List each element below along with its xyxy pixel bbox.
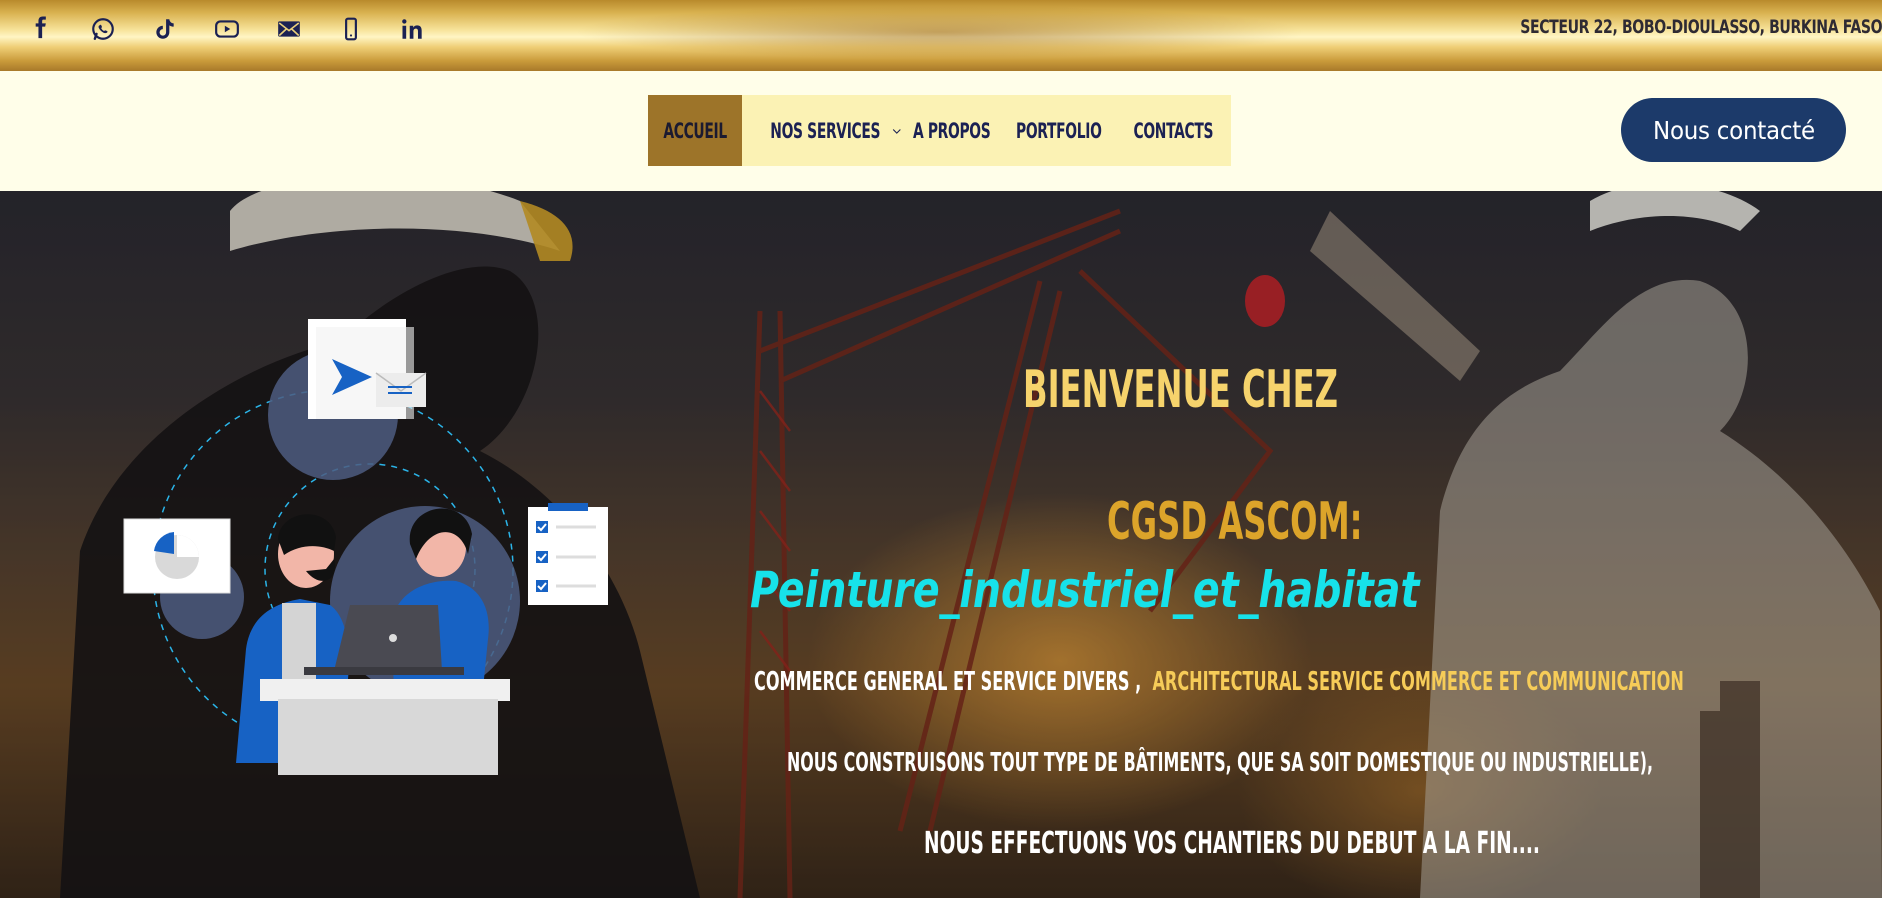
nav-item-nos-services[interactable]: NOS SERVICES [742,95,902,166]
whatsapp-icon [92,18,114,40]
hero-section: BIENVENUE CHEZ CGSD ASCOM: Peinture_indu… [0,191,1882,898]
tagline-gold: ARCHITECTURAL SERVICE COMMERCE ET COMMUN… [1152,667,1684,697]
facebook-link[interactable] [10,12,72,46]
hero-welcome: BIENVENUE CHEZ [1023,360,1339,420]
hero-tagline: COMMERCE GENERAL ET SERVICE DIVERS , ARC… [754,665,1684,699]
contact-us-label: Nous contacté [1652,115,1815,145]
nav-item-accueil[interactable]: ACCUEIL [648,95,742,166]
mail-link[interactable] [258,12,320,46]
nav-label: ACCUEIL [663,118,727,143]
contact-us-button[interactable]: Nous contacté [1621,98,1846,162]
main-nav: ACCUEIL NOS SERVICES A PROPOS PORTFOLIO … [648,95,1231,166]
whatsapp-link[interactable] [72,12,134,46]
linkedin-icon [402,19,422,39]
nav-label: PORTFOLIO [1016,118,1102,143]
facebook-icon [35,16,46,39]
hero-company-name: CGSD ASCOM: [1107,492,1363,552]
chevron-down-icon [893,128,902,134]
youtube-icon [215,20,239,38]
youtube-link[interactable] [196,12,258,46]
phone-icon [345,17,357,41]
tiktok-link[interactable] [134,12,196,46]
nav-item-contacts[interactable]: CONTACTS [1116,95,1231,166]
hero-closing: NOUS EFFECTUONS VOS CHANTIERS DU DEBUT A… [924,826,1540,861]
header: ACCUEIL NOS SERVICES A PROPOS PORTFOLIO … [0,71,1882,191]
hero-description: NOUS CONSTRUISONS TOUT TYPE DE BÂTIMENTS… [787,748,1653,778]
nav-label: A PROPOS [913,118,991,143]
top-bar: SECTEUR 22, BOBO-DIOULASSO, BURKINA FASO [0,0,1882,71]
nav-label: CONTACTS [1133,118,1214,143]
linkedin-link[interactable] [382,12,444,46]
mail-icon [278,21,300,37]
team-illustration [123,319,608,775]
tiktok-icon [156,19,174,39]
nav-item-a-propos[interactable]: A PROPOS [902,95,1002,166]
phone-link[interactable] [320,12,382,46]
tagline-white: COMMERCE GENERAL ET SERVICE DIVERS , [754,667,1142,697]
nav-label: NOS SERVICES [770,118,881,143]
hero-typed-text: Peinture_industriel_et_habitat [750,561,1420,619]
address-text: SECTEUR 22, BOBO-DIOULASSO, BURKINA FASO [1519,16,1882,38]
social-links [10,12,444,46]
nav-item-portfolio[interactable]: PORTFOLIO [1002,95,1116,166]
